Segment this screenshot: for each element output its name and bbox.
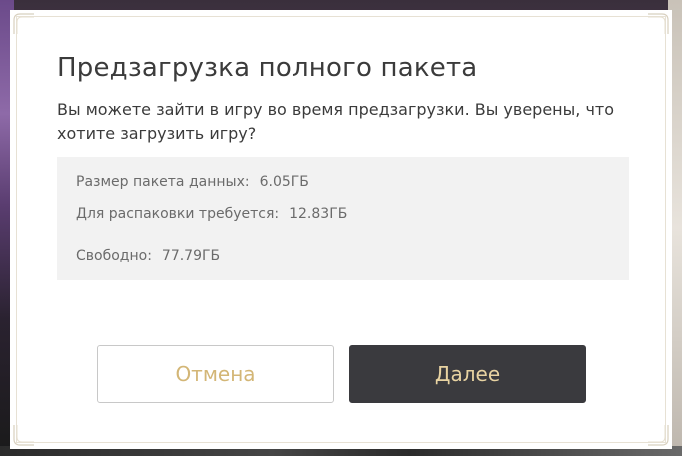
- package-size-row: Размер пакета данных: 6.05ГБ: [76, 174, 309, 190]
- free-space-value: 77.79ГБ: [161, 248, 221, 264]
- package-size-label: Размер пакета данных:: [76, 174, 250, 190]
- corner-ornament-icon: [648, 13, 669, 34]
- next-button[interactable]: Далее: [349, 345, 586, 403]
- unpack-required-label: Для распаковки требуется:: [76, 206, 280, 222]
- free-space-label: Свободно:: [76, 248, 152, 264]
- corner-ornament-icon: [13, 425, 34, 446]
- free-space-row: Свободно: 77.79ГБ: [76, 248, 220, 264]
- storage-info-panel: Размер пакета данных: 6.05ГБ Для распаков…: [57, 157, 629, 280]
- corner-ornament-icon: [13, 13, 34, 34]
- unpack-required-row: Для распаковки требуется: 12.83ГБ: [76, 206, 347, 222]
- dialog-title: Предзагрузка полного пакета: [57, 53, 478, 83]
- corner-ornament-icon: [648, 425, 669, 446]
- dialog-description: Вы можете зайти в игру во время предзагр…: [57, 100, 614, 143]
- unpack-required-value: 12.83ГБ: [289, 206, 348, 222]
- cancel-button[interactable]: Отмена: [97, 345, 334, 403]
- predownload-dialog: Предзагрузка полного пакета Вы можете за…: [10, 10, 672, 449]
- package-size-value: 6.05ГБ: [259, 174, 309, 190]
